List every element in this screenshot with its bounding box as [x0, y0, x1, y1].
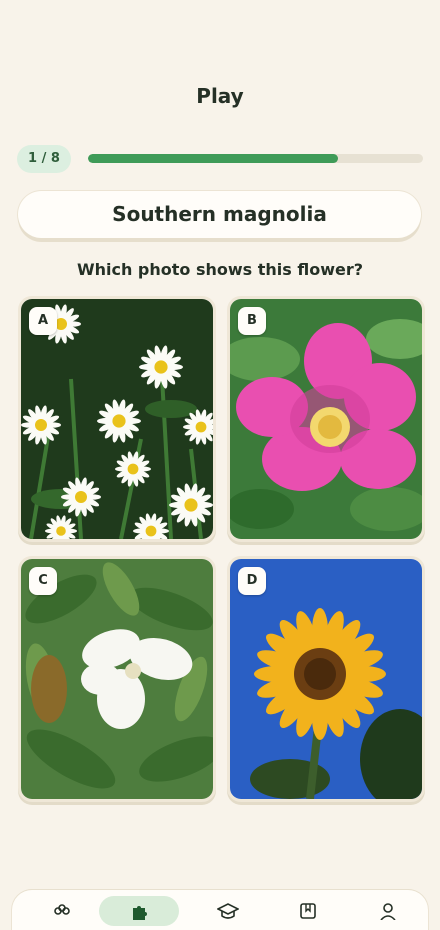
sunflower-photo	[230, 559, 422, 799]
progress-bar	[88, 154, 423, 163]
page-title: Play	[196, 84, 244, 108]
magnolia-photo	[21, 559, 213, 799]
option-c-card[interactable]: C	[18, 556, 216, 802]
puzzle-icon	[133, 906, 147, 920]
question-text: Which photo shows this flower?	[76, 260, 364, 279]
option-c-label: C	[29, 567, 57, 595]
flower-name-card: Southern magnolia	[18, 191, 421, 238]
person-icon	[380, 903, 396, 921]
pink-rose-photo	[230, 299, 422, 539]
option-a-label: A	[29, 307, 57, 335]
option-d-label: D	[238, 567, 266, 595]
flower-icon	[54, 904, 70, 915]
option-b-card[interactable]: B	[227, 296, 425, 542]
nav-flower[interactable]	[42, 896, 82, 926]
nav-collection[interactable]	[288, 896, 328, 926]
option-a-card[interactable]: A	[18, 296, 216, 542]
graduation-cap-icon	[216, 903, 240, 919]
nav-play[interactable]	[99, 896, 179, 926]
book-icon	[300, 903, 316, 919]
progress-counter: 1 / 8	[17, 145, 71, 173]
progress-bar-fill	[88, 154, 338, 163]
bottom-nav	[12, 890, 428, 930]
nav-learn[interactable]	[208, 896, 248, 926]
daisies-photo	[21, 299, 213, 539]
option-d-card[interactable]: D	[227, 556, 425, 802]
option-b-label: B	[238, 307, 266, 335]
nav-profile[interactable]	[368, 896, 408, 926]
